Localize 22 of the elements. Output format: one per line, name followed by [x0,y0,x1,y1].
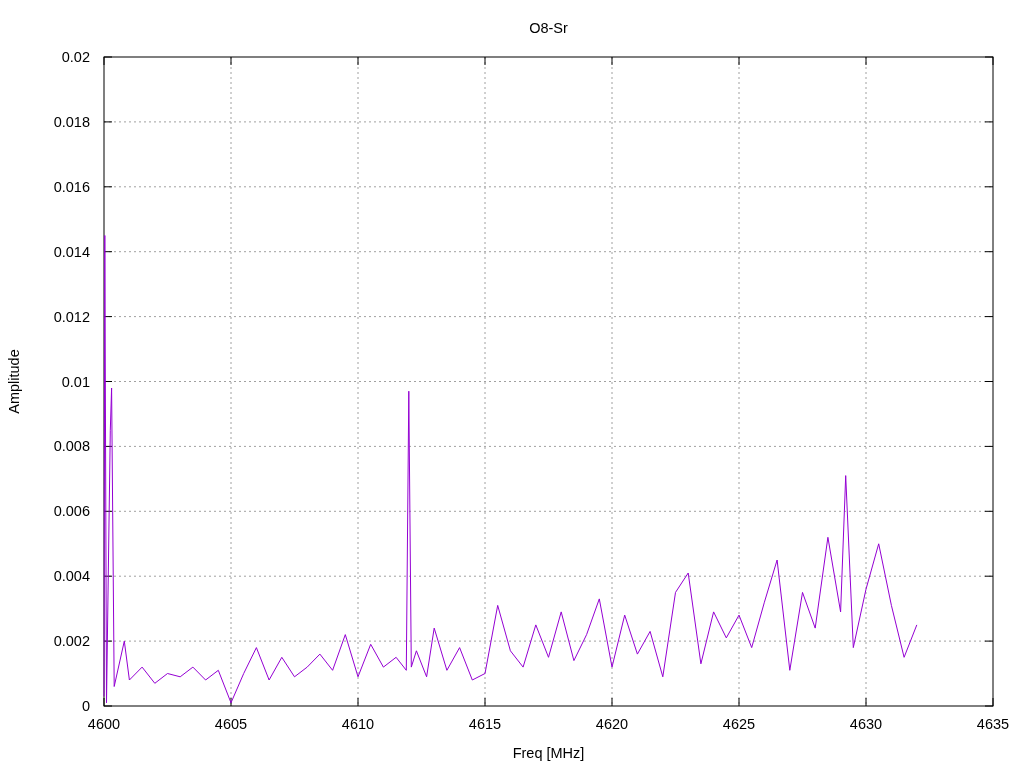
y-tick-label: 0.02 [61,49,90,65]
x-axis-label: Freq [MHz] [512,745,585,761]
y-tick-label: 0.018 [53,113,90,130]
y-tick-label: 0.002 [53,633,90,650]
x-tick-label: 4630 [849,716,883,732]
y-tick-label: 0.004 [53,568,90,585]
y-tick-label: 0.008 [53,438,90,455]
y-tick-label: 0.006 [53,503,90,520]
y-tick-label: 0.014 [53,243,90,260]
y-tick-label: 0.012 [53,308,90,325]
y-axis-label: Amplitude [6,349,22,414]
y-tick-label: 0 [81,698,90,714]
x-tick-label: 4620 [595,716,629,732]
x-tick-label: 4635 [976,716,1010,732]
x-tick-label: 4605 [214,716,248,732]
x-tick-label: 4615 [468,716,502,732]
x-tick-label: 4600 [87,716,121,732]
x-tick-label: 4625 [722,716,756,732]
x-tick-label: 4610 [341,716,375,732]
y-tick-label: 0.016 [53,178,90,195]
chart-title: O8-Sr [529,20,568,36]
y-tick-label: 0.01 [61,373,90,390]
